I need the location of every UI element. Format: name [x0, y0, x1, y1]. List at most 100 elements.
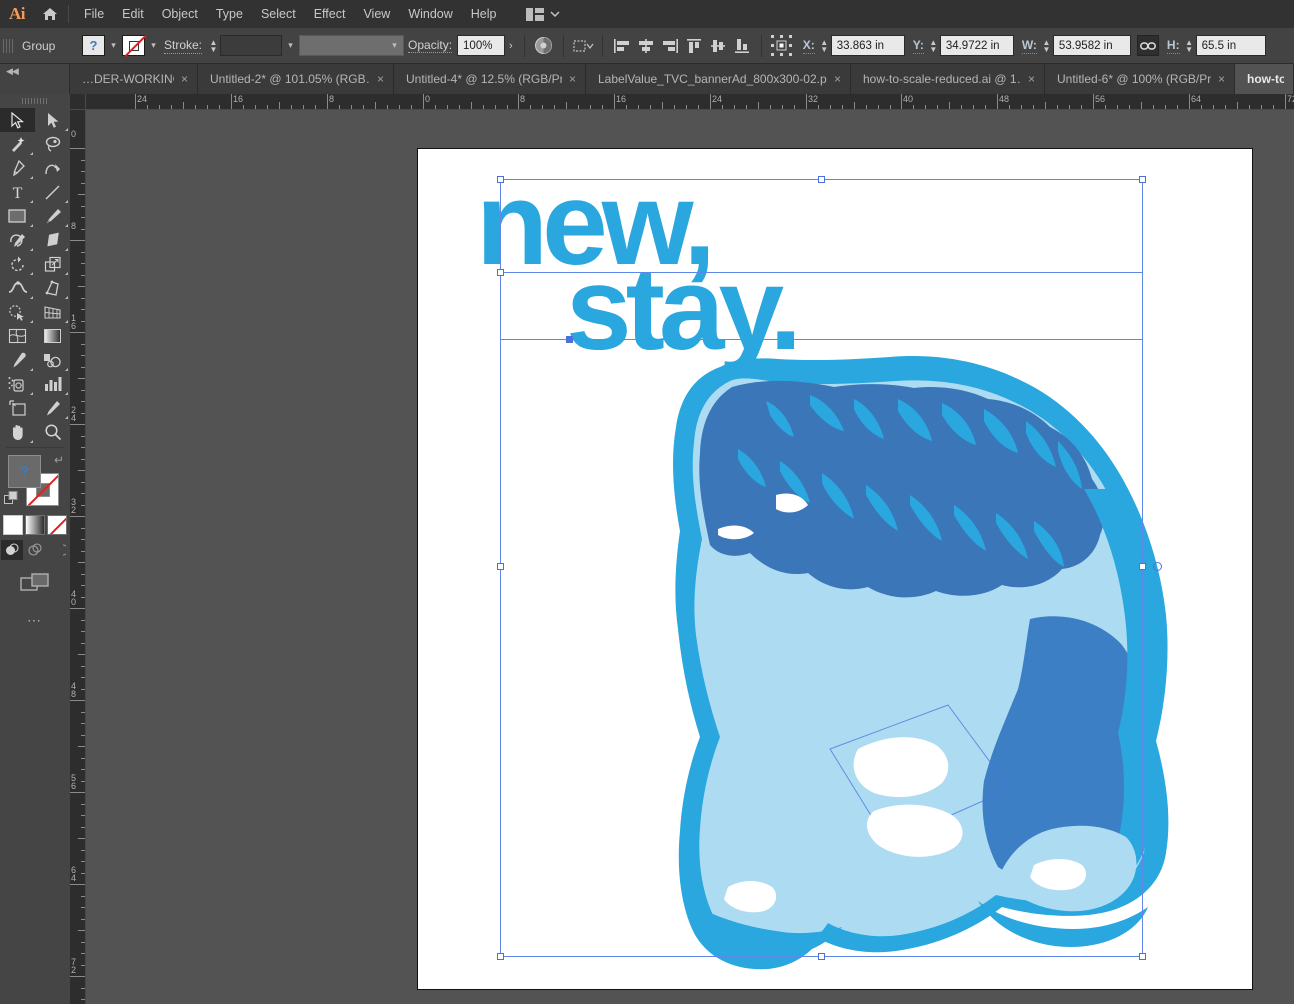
type-tool[interactable]: T	[0, 180, 35, 204]
tab-close-icon[interactable]: ×	[834, 73, 841, 85]
opacity-options-icon[interactable]: ›	[505, 40, 517, 52]
gradient-tool[interactable]	[35, 324, 70, 348]
magic-wand-tool[interactable]	[0, 132, 35, 156]
draw-inside-icon[interactable]	[47, 540, 69, 560]
reference-point-icon[interactable]	[769, 35, 795, 57]
document-tab-6-active[interactable]: how-to-sc	[1235, 64, 1294, 94]
draw-behind-icon[interactable]	[24, 540, 46, 560]
x-coordinate-input[interactable]: 33.863 in	[831, 35, 905, 56]
eyedropper-tool[interactable]	[0, 348, 35, 372]
align-right-icon[interactable]	[658, 35, 682, 57]
tab-close-icon[interactable]: ×	[377, 73, 384, 85]
stroke-weight-stepper[interactable]: ▲▼	[207, 35, 220, 56]
eraser-tool[interactable]	[35, 228, 70, 252]
workspace-switcher[interactable]	[520, 8, 566, 21]
rotate-tool[interactable]	[0, 252, 35, 276]
swap-fill-stroke-icon[interactable]: ↵	[54, 453, 64, 467]
stroke-profile-select[interactable]: ▾	[299, 35, 404, 56]
lasso-tool[interactable]	[35, 132, 70, 156]
tab-close-icon[interactable]: ×	[1028, 73, 1035, 85]
document-tab-4[interactable]: how-to-scale-reduced.ai @ 1… ×	[851, 64, 1045, 94]
x-stepper[interactable]: ▲▼	[818, 35, 831, 56]
shape-builder-tool[interactable]	[0, 300, 35, 324]
artwork-illustration[interactable]: new, stay.	[418, 149, 1252, 989]
align-left-icon[interactable]	[610, 35, 634, 57]
align-center-horizontal-icon[interactable]	[634, 35, 658, 57]
paintbrush-tool[interactable]	[35, 204, 70, 228]
none-icon[interactable]	[47, 515, 67, 535]
document-tab-3[interactable]: LabelValue_TVC_bannerAd_800x300-02.pdf* …	[586, 64, 851, 94]
perspective-grid-tool[interactable]	[35, 300, 70, 324]
transform-icon[interactable]	[571, 35, 595, 57]
align-center-vertical-icon[interactable]	[706, 35, 730, 57]
fill-color-swatch[interactable]: ?	[82, 35, 105, 56]
artboard[interactable]: new, stay.	[417, 148, 1253, 990]
tab-close-icon[interactable]: ×	[569, 73, 576, 85]
stroke-profile-chevron-down-icon[interactable]: ▾	[386, 35, 403, 56]
menu-item-edit[interactable]: Edit	[113, 0, 153, 28]
menu-item-select[interactable]: Select	[252, 0, 305, 28]
curvature-tool[interactable]	[35, 156, 70, 180]
free-transform-tool[interactable]	[35, 276, 70, 300]
change-screen-mode-icon[interactable]	[0, 572, 70, 594]
menu-item-object[interactable]: Object	[153, 0, 207, 28]
blend-tool[interactable]	[35, 348, 70, 372]
stroke-weight-input[interactable]	[220, 35, 282, 56]
collapse-panel-arrows-icon[interactable]: ◀◀	[6, 66, 18, 77]
menu-item-view[interactable]: View	[354, 0, 399, 28]
draw-normal-icon[interactable]	[1, 540, 23, 560]
rectangle-tool[interactable]	[0, 204, 35, 228]
document-tab-1[interactable]: Untitled-2* @ 101.05% (RGB… ×	[198, 64, 394, 94]
horizontal-ruler[interactable]: 24168081624324048566472	[86, 94, 1294, 110]
stroke-swatch-chevron-down-icon[interactable]: ▾	[145, 35, 162, 56]
canvas-area[interactable]: new, stay.	[86, 110, 1294, 1004]
hand-tool[interactable]	[0, 420, 35, 444]
y-coordinate-input[interactable]: 34.9722 in	[940, 35, 1014, 56]
edit-toolbar-ellipsis-icon[interactable]: ⋯	[0, 612, 70, 629]
tab-close-icon[interactable]: ×	[1218, 73, 1225, 85]
tools-panel-grip[interactable]	[0, 94, 70, 108]
symbol-sprayer-tool[interactable]	[0, 372, 35, 396]
document-tab-2[interactable]: Untitled-4* @ 12.5% (RGB/Pr… ×	[394, 64, 586, 94]
link-proportions-icon[interactable]	[1137, 35, 1159, 56]
menu-item-window[interactable]: Window	[399, 0, 461, 28]
opacity-input[interactable]: 100%	[457, 35, 505, 56]
artboard-tool[interactable]	[0, 396, 35, 420]
stroke-color-swatch[interactable]	[122, 35, 145, 56]
align-top-icon[interactable]	[682, 35, 706, 57]
menu-item-help[interactable]: Help	[462, 0, 506, 28]
pen-tool[interactable]	[0, 156, 35, 180]
align-bottom-icon[interactable]	[730, 35, 754, 57]
color-swatch-icon[interactable]	[3, 515, 23, 535]
control-bar-grip[interactable]	[3, 35, 14, 57]
menu-item-type[interactable]: Type	[207, 0, 252, 28]
y-stepper[interactable]: ▲▼	[927, 35, 940, 56]
scale-tool[interactable]	[35, 252, 70, 276]
gradient-icon[interactable]	[25, 515, 45, 535]
menu-item-file[interactable]: File	[75, 0, 113, 28]
home-icon[interactable]	[34, 0, 66, 28]
document-tab-5[interactable]: Untitled-6* @ 100% (RGB/Pr… ×	[1045, 64, 1235, 94]
ruler-origin-corner[interactable]	[70, 94, 86, 110]
height-input[interactable]: 65.5 in	[1196, 35, 1266, 56]
width-input[interactable]: 53.9582 in	[1053, 35, 1131, 56]
slice-tool[interactable]	[35, 396, 70, 420]
height-stepper[interactable]: ▲▼	[1183, 35, 1196, 56]
width-stepper[interactable]: ▲▼	[1040, 35, 1053, 56]
line-segment-tool[interactable]	[35, 180, 70, 204]
selection-tool[interactable]	[0, 108, 35, 132]
vertical-ruler[interactable]: 081624324048566472	[70, 110, 86, 1004]
stroke-weight-chevron-down-icon[interactable]: ▾	[282, 35, 299, 56]
fill-swatch-chevron-down-icon[interactable]: ▾	[105, 35, 122, 56]
width-tool[interactable]	[0, 276, 35, 300]
recolor-artwork-icon[interactable]	[532, 35, 556, 57]
menu-item-effect[interactable]: Effect	[305, 0, 355, 28]
shaper-tool[interactable]	[0, 228, 35, 252]
mesh-tool[interactable]	[0, 324, 35, 348]
tab-close-icon[interactable]: ×	[181, 73, 188, 85]
zoom-tool[interactable]	[35, 420, 70, 444]
column-graph-tool[interactable]	[35, 372, 70, 396]
direct-selection-tool[interactable]	[35, 108, 70, 132]
document-tab-0[interactable]: …DER-WORKING.ai ×	[70, 64, 198, 94]
default-fill-stroke-icon[interactable]	[4, 491, 19, 511]
